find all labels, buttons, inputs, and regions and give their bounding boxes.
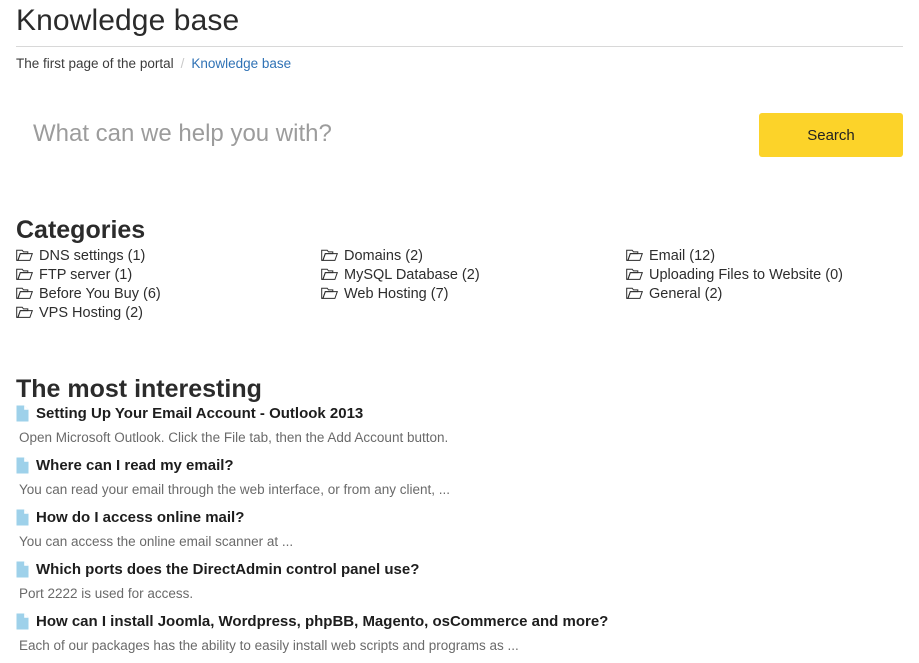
article-link[interactable]: Which ports does the DirectAdmin control… (16, 559, 903, 580)
category-label: Web Hosting (7) (344, 285, 449, 302)
document-icon (16, 561, 29, 578)
category-label: Email (12) (649, 247, 716, 264)
article-link[interactable]: Where can I read my email? (16, 455, 903, 476)
article-title: How do I access online mail? (36, 508, 245, 526)
search-input[interactable] (33, 112, 733, 156)
category-item[interactable]: Domains (2) (321, 246, 626, 265)
category-label: VPS Hosting (2) (39, 304, 143, 321)
category-item[interactable]: MySQL Database (2) (321, 265, 626, 284)
category-item[interactable]: Before You Buy (6) (16, 284, 321, 303)
folder-open-icon (16, 306, 33, 319)
category-label: FTP server (1) (39, 266, 133, 283)
article-item: Which ports does the DirectAdmin control… (16, 559, 903, 602)
article-link[interactable]: How do I access online mail? (16, 507, 903, 528)
category-item[interactable]: VPS Hosting (2) (16, 303, 321, 322)
category-item[interactable]: Uploading Files to Website (0) (626, 265, 903, 284)
page-title: Knowledge base (16, 4, 240, 37)
folder-open-icon (321, 268, 338, 281)
article-title: How can I install Joomla, Wordpress, php… (36, 612, 609, 630)
breadcrumb: The first page of the portal / Knowledge b… (16, 55, 291, 73)
folder-open-icon (626, 287, 643, 300)
category-label: MySQL Database (2) (344, 266, 480, 283)
category-item[interactable]: FTP server (1) (16, 265, 321, 284)
folder-open-icon (626, 249, 643, 262)
article-description: You can access the online email scanner … (19, 534, 294, 549)
categories-column-2: Domains (2) MySQL Database (2) Web Hosti… (321, 246, 626, 303)
document-icon (16, 509, 29, 526)
document-icon (16, 405, 29, 422)
category-item[interactable]: Email (12) (626, 246, 903, 265)
article-description: Port 2222 is used for access. (19, 586, 194, 601)
search-button[interactable]: Search (759, 113, 903, 157)
categories-column-3: Email (12) Uploading Files to Website (0… (626, 246, 903, 303)
title-divider (16, 46, 903, 47)
categories-heading: Categories (16, 216, 146, 244)
folder-open-icon (321, 287, 338, 300)
article-item: Setting Up Your Email Account - Outlook … (16, 403, 903, 446)
breadcrumb-item-current[interactable]: Knowledge base (191, 56, 291, 71)
category-label: General (2) (649, 285, 723, 302)
article-description: Each of our packages has the ability to … (19, 638, 519, 653)
article-title: Which ports does the DirectAdmin control… (36, 560, 420, 578)
category-item[interactable]: Web Hosting (7) (321, 284, 626, 303)
article-link[interactable]: How can I install Joomla, Wordpress, php… (16, 611, 903, 632)
document-icon (16, 613, 29, 630)
folder-open-icon (16, 249, 33, 262)
category-label: Domains (2) (344, 247, 423, 264)
category-label: Uploading Files to Website (0) (649, 266, 843, 283)
categories-list: DNS settings (1) FTP server (1) Before Y… (16, 246, 903, 322)
folder-open-icon (16, 268, 33, 281)
article-link[interactable]: Setting Up Your Email Account - Outlook … (16, 403, 903, 424)
category-label: Before You Buy (6) (39, 285, 161, 302)
category-item[interactable]: General (2) (626, 284, 903, 303)
category-item[interactable]: DNS settings (1) (16, 246, 321, 265)
category-label: DNS settings (1) (39, 247, 146, 264)
article-description: You can read your email through the web … (19, 482, 450, 497)
article-item: Where can I read my email? You can read … (16, 455, 903, 498)
folder-open-icon (321, 249, 338, 262)
article-title: Setting Up Your Email Account - Outlook … (36, 404, 364, 422)
breadcrumb-separator: / (180, 56, 185, 71)
categories-column-1: DNS settings (1) FTP server (1) Before Y… (16, 246, 321, 322)
article-description: Open Microsoft Outlook. Click the File t… (19, 430, 449, 445)
article-title: Where can I read my email? (36, 456, 234, 474)
search-bar: Search (16, 112, 903, 158)
folder-open-icon (626, 268, 643, 281)
document-icon (16, 457, 29, 474)
article-item: How can I install Joomla, Wordpress, php… (16, 611, 903, 654)
breadcrumb-item-home[interactable]: The first page of the portal (16, 56, 174, 71)
interesting-article-list: Setting Up Your Email Account - Outlook … (16, 403, 903, 663)
interesting-heading: The most interesting (16, 375, 262, 403)
knowledge-base-page: Knowledge base The first page of the por… (0, 0, 919, 653)
folder-open-icon (16, 287, 33, 300)
article-item: How do I access online mail? You can acc… (16, 507, 903, 550)
